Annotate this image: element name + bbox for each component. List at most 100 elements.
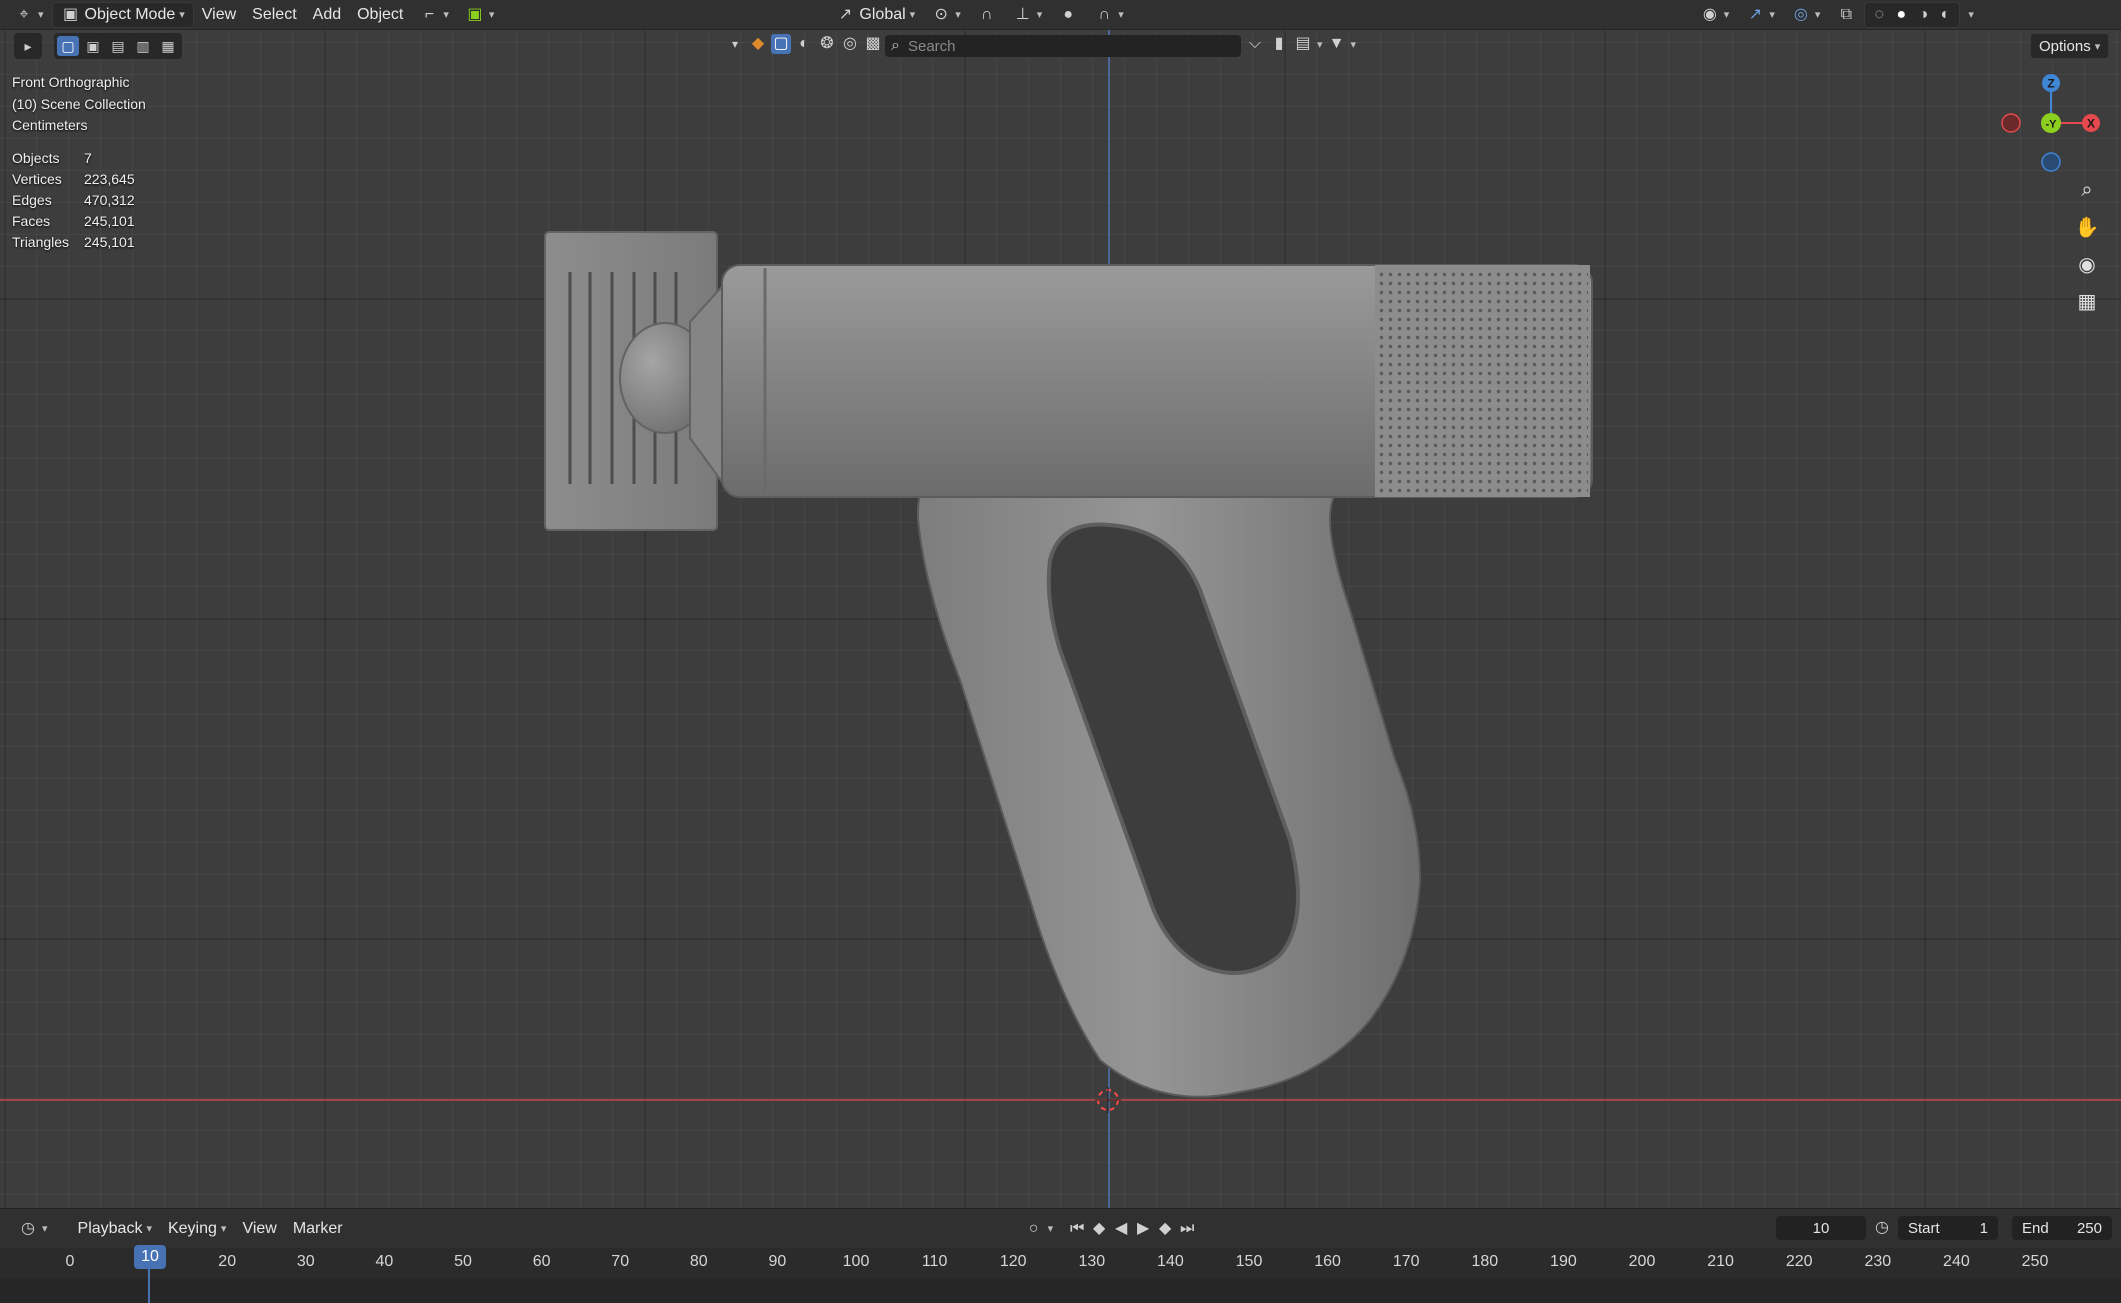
- display-mode-icon[interactable]: ▤: [1293, 34, 1313, 54]
- stat-row: Triangles 245,101: [12, 234, 135, 250]
- grid-icon[interactable]: ▦: [2070, 284, 2104, 318]
- shading-wire-icon[interactable]: ◌: [1869, 5, 1889, 25]
- timeline-tick: 150: [1235, 1253, 1263, 1270]
- outliner-filter-group: ▾ ◆ ▢ ◐ ❂ ◎ ▩: [725, 34, 883, 54]
- timeline-tick: 140: [1157, 1253, 1184, 1270]
- clock-icon: ◷: [21, 1219, 35, 1237]
- timeline-body[interactable]: [0, 1278, 2121, 1303]
- transform-icon: ↗: [838, 5, 853, 23]
- menu-playback[interactable]: Playback ▾: [70, 1216, 160, 1242]
- menu-add[interactable]: Add: [305, 2, 349, 28]
- shading-options[interactable]: ▾: [1960, 2, 1982, 28]
- menu-timeline-view[interactable]: View: [234, 1216, 284, 1242]
- snap-target[interactable]: ▣ ▾: [457, 2, 503, 28]
- timeline-tick: 160: [1314, 1253, 1341, 1270]
- timeline-editor-type[interactable]: ◷ ▾: [10, 1216, 56, 1242]
- select-new-icon[interactable]: ▢: [57, 36, 79, 56]
- search-icon: ⌕: [891, 37, 900, 54]
- hand-icon[interactable]: ✋: [2070, 210, 2104, 244]
- visibility-select[interactable]: ◉ ▾: [1692, 2, 1738, 28]
- menu-select[interactable]: Select: [244, 2, 304, 28]
- jump-end-icon[interactable]: ⏭: [1177, 1219, 1197, 1239]
- snap-options[interactable]: ⊥ ▾: [1005, 2, 1051, 28]
- filter-icon[interactable]: ▼: [1327, 34, 1347, 54]
- timeline-tick: 70: [611, 1253, 630, 1270]
- shading-solid-icon[interactable]: ●: [1891, 5, 1911, 25]
- timeline-tick: 230: [1864, 1253, 1892, 1270]
- prev-keyframe-icon[interactable]: ◆: [1089, 1219, 1109, 1239]
- playback-controls: ⏮ ◆ ◀ ▶ ◆ ⏭: [1067, 1219, 1197, 1239]
- tool-select[interactable]: ▸: [14, 33, 42, 59]
- bookmark-icon[interactable]: ▮: [1269, 34, 1289, 54]
- search-options-icon[interactable]: ⌵: [1245, 34, 1265, 54]
- menu-object[interactable]: Object: [349, 2, 411, 28]
- viewport-header: ⌖ ▾ ▣ Object Mode ▾ View Select Add Objec…: [0, 0, 2121, 30]
- search-input[interactable]: [905, 36, 1206, 56]
- mode-label: Object Mode: [84, 5, 176, 23]
- world-icon[interactable]: ◎: [840, 34, 860, 54]
- light-icon[interactable]: ❂: [817, 34, 837, 54]
- zoom-icon[interactable]: ⌕: [2070, 173, 2104, 207]
- cursor-icon[interactable]: ▸: [17, 36, 39, 56]
- search-box[interactable]: ⌕: [885, 35, 1241, 57]
- snap-toggle[interactable]: ∩: [969, 2, 1005, 28]
- visibility-icon: ◉: [1702, 5, 1717, 23]
- pivot-point-select[interactable]: ⊙ ▾: [923, 2, 969, 28]
- timeline-tick: 220: [1785, 1253, 1813, 1270]
- timeline-tick: 90: [768, 1253, 787, 1270]
- menu-keying[interactable]: Keying ▾: [160, 1216, 234, 1242]
- proportional-falloff[interactable]: ∩ ▾: [1086, 2, 1132, 28]
- editor-type-button[interactable]: ⌖ ▾: [6, 2, 52, 28]
- camera-icon[interactable]: ◉: [2070, 247, 2104, 281]
- object-type-icon[interactable]: ◆: [748, 34, 768, 54]
- playhead[interactable]: 10: [134, 1245, 166, 1269]
- timeline-tick: 40: [375, 1253, 394, 1270]
- units-label: Centimeters: [12, 117, 88, 133]
- current-frame-field[interactable]: 10: [1776, 1216, 1866, 1240]
- transform-orientation-label: Global: [859, 5, 906, 23]
- 3d-viewport[interactable]: Front Orthographic (10) Scene Collection…: [0, 0, 2121, 1208]
- auto-keying-toggle[interactable]: ○ ▾: [1016, 1216, 1062, 1242]
- play-reverse-icon[interactable]: ◀: [1111, 1219, 1131, 1239]
- snap-icon: ∩: [980, 5, 993, 23]
- sphere-icon[interactable]: ◐: [794, 34, 814, 54]
- timeline-tick: 60: [532, 1253, 551, 1270]
- proportional-toggle[interactable]: ●: [1050, 2, 1086, 28]
- gizmo-toggle[interactable]: ⌐ ▾: [411, 2, 457, 28]
- xray-toggle[interactable]: ⧉: [1828, 2, 1864, 28]
- select-subtract-icon[interactable]: ▤: [107, 36, 129, 56]
- timeline-ruler[interactable]: 0 20 30 40 50 60 70 80 90 100 110 120 130 140 150 160 17…: [0, 1248, 2121, 1278]
- solid-filter-icon[interactable]: ▢: [771, 34, 791, 54]
- navigation-gizmo[interactable]: X Z -Y: [1996, 72, 2106, 182]
- select-extend-icon[interactable]: ▣: [82, 36, 104, 56]
- view-name: Front Orthographic: [12, 74, 130, 90]
- end-frame-field[interactable]: End 250: [2012, 1216, 2112, 1240]
- timeline-tick: 240: [1943, 1253, 1970, 1270]
- next-keyframe-icon[interactable]: ◆: [1155, 1219, 1175, 1239]
- options-button[interactable]: Options ▾: [2030, 33, 2110, 59]
- chevron-down-icon[interactable]: ▾: [725, 34, 745, 54]
- timeline-tick: 100: [842, 1253, 870, 1270]
- falloff-icon: ∩: [1098, 5, 1111, 23]
- menu-view[interactable]: View: [194, 2, 244, 28]
- shading-material-icon[interactable]: ◑: [1913, 5, 1933, 25]
- clock-icon[interactable]: ◷: [1872, 1218, 1892, 1238]
- camera-filter-icon[interactable]: ▩: [863, 34, 883, 54]
- menu-marker[interactable]: Marker: [285, 1216, 351, 1242]
- timeline-tick: 190: [1550, 1253, 1577, 1270]
- play-icon[interactable]: ▶: [1133, 1219, 1153, 1239]
- overlay-select[interactable]: ◎ ▾: [1783, 2, 1829, 28]
- shading-render-icon[interactable]: ◐: [1935, 5, 1955, 25]
- gizmo-select[interactable]: ↗ ▾: [1737, 2, 1783, 28]
- mode-select[interactable]: ▣ Object Mode ▾: [51, 1, 194, 28]
- select-intersect-icon[interactable]: ▦: [157, 36, 179, 56]
- select-invert-icon[interactable]: ▥: [132, 36, 154, 56]
- timeline-tick: 250: [2021, 1253, 2049, 1270]
- jump-start-icon[interactable]: ⏮: [1067, 1219, 1087, 1239]
- massage-gun-model[interactable]: [0, 0, 2121, 1208]
- stat-row: Objects 7: [12, 150, 92, 166]
- start-frame-field[interactable]: Start 1: [1898, 1216, 1998, 1240]
- snap-target-icon: ▣: [467, 5, 483, 23]
- 3d-cursor-icon[interactable]: [1093, 1085, 1123, 1115]
- transform-orientation-select[interactable]: ↗ Global ▾: [827, 2, 923, 28]
